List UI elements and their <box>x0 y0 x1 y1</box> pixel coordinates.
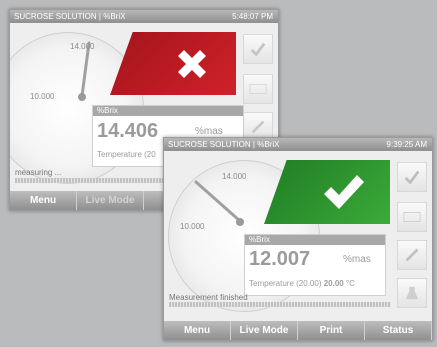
measurement-value: 14.406 <box>97 120 159 142</box>
gauge-label-top: 14.000 <box>222 172 247 181</box>
gauge-label-left: 10.000 <box>180 222 205 231</box>
measurement-value: 12.007 <box>249 248 311 270</box>
cross-icon <box>178 50 206 78</box>
abc-icon <box>403 212 421 222</box>
menu-bar: Menu Live Mode Print Status <box>164 321 432 340</box>
measurement-panel: %Brix 12.007 %mas Temperature (20.00) 20… <box>244 234 386 296</box>
gauge-label-top: 14.000 <box>70 42 95 51</box>
accept-button[interactable] <box>397 162 427 192</box>
checkmark-icon <box>404 170 420 185</box>
edit-button[interactable] <box>397 240 427 270</box>
status-text: measuring ... <box>15 168 62 177</box>
text-entry-button[interactable] <box>243 74 273 104</box>
temperature-readout: Temperature (20.00) 20.00 °C <box>249 279 355 288</box>
progress-bar <box>15 178 165 183</box>
live-mode-button[interactable]: Live Mode <box>231 321 298 340</box>
temperature-unit: °C <box>345 279 355 288</box>
text-entry-button[interactable] <box>397 202 427 232</box>
measurement-header: %Brix <box>93 106 243 116</box>
measurement-header: %Brix <box>245 235 385 245</box>
print-button[interactable]: Print <box>298 321 365 340</box>
temperature-value: 20.00 <box>323 279 344 288</box>
checkmark-icon <box>324 175 364 209</box>
measurement-unit: %mas <box>195 126 223 137</box>
front-screen: SUCROSE SOLUTION | %BriX 9:39:25 AM 14.0… <box>163 137 433 341</box>
measurement-unit: %mas <box>343 254 371 265</box>
menu-button[interactable]: Menu <box>164 321 231 340</box>
progress-bar <box>169 302 391 307</box>
checkmark-icon <box>250 42 266 57</box>
abc-icon <box>249 84 267 94</box>
status-button[interactable]: Status <box>365 321 432 340</box>
pencil-icon <box>405 248 419 262</box>
temperature-label: Temperature (20 <box>97 150 156 159</box>
menu-button[interactable]: Menu <box>10 191 77 210</box>
live-mode-button[interactable]: Live Mode <box>77 191 144 210</box>
sample-button[interactable] <box>397 278 427 308</box>
gauge-label-left: 10.000 <box>30 92 55 101</box>
status-text: Measurement finished <box>169 293 248 302</box>
temperature-label: Temperature (20.00) <box>249 279 322 288</box>
flask-icon <box>405 286 419 300</box>
pencil-icon <box>251 120 265 134</box>
accept-button[interactable] <box>243 34 273 64</box>
